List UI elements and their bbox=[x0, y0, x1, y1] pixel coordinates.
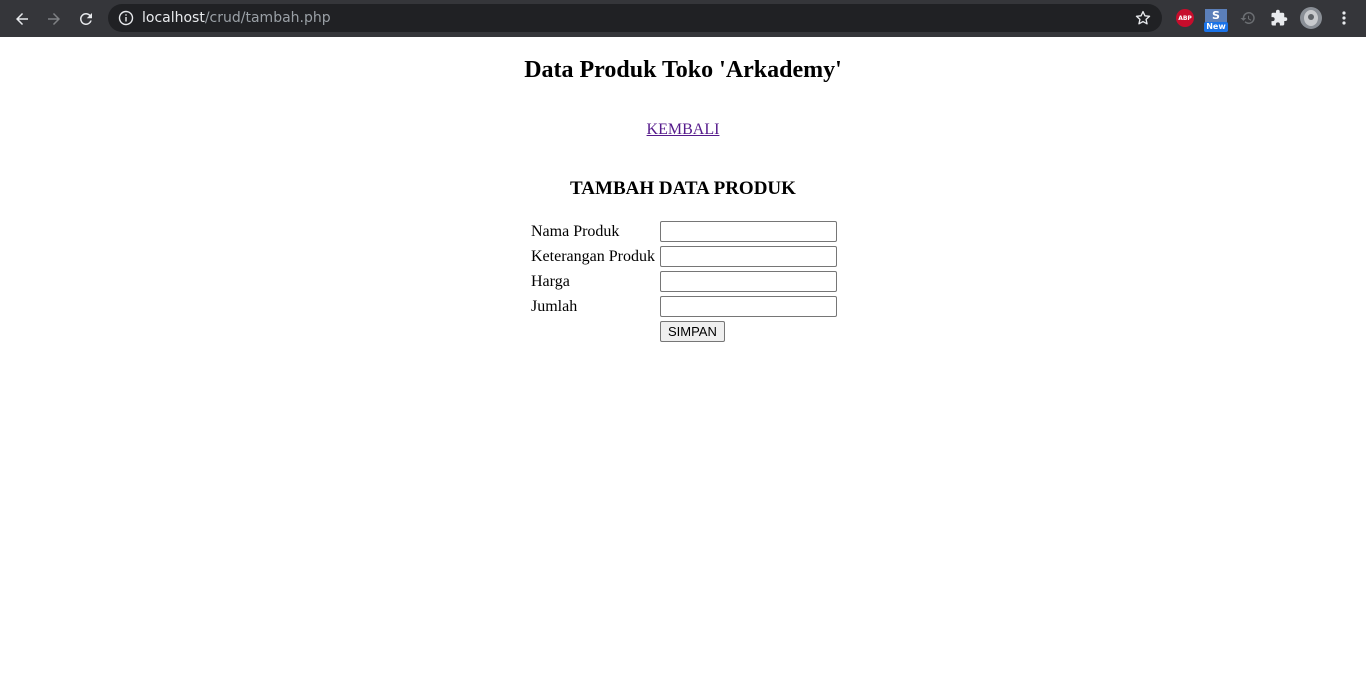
url-text[interactable]: localhost/crud/tambah.php bbox=[142, 9, 331, 27]
product-form: Nama Produk Keterangan Produk Harga Juml… bbox=[528, 218, 840, 345]
nama-produk-input[interactable] bbox=[659, 221, 837, 242]
harga-input[interactable] bbox=[659, 271, 837, 292]
empty-cell bbox=[530, 320, 657, 343]
forward-button[interactable] bbox=[41, 6, 67, 32]
adblock-icon: ABP bbox=[1176, 9, 1194, 27]
back-link[interactable]: KEMBALI bbox=[647, 121, 720, 138]
form-row: Keterangan Produk bbox=[530, 245, 838, 268]
back-button[interactable] bbox=[9, 6, 35, 32]
field-label-jumlah: Jumlah bbox=[531, 297, 578, 315]
field-label-keterangan-produk: Keterangan Produk bbox=[531, 247, 655, 265]
field-label-nama-produk: Nama Produk bbox=[531, 222, 620, 240]
url-host: localhost bbox=[142, 10, 205, 26]
reload-icon bbox=[79, 12, 92, 25]
back-icon bbox=[16, 13, 28, 25]
field-label-harga: Harga bbox=[531, 272, 570, 290]
forward-icon bbox=[48, 13, 60, 25]
field-cell bbox=[659, 220, 838, 243]
new-badge: New bbox=[1204, 22, 1228, 32]
form-row: SIMPAN bbox=[530, 320, 838, 343]
browser-menu-button[interactable] bbox=[1336, 8, 1352, 28]
profile-button[interactable] bbox=[1300, 7, 1322, 29]
field-cell bbox=[659, 245, 838, 268]
reload-button[interactable] bbox=[73, 6, 99, 32]
page-content: Data Produk Toko 'Arkademy' KEMBALI TAMB… bbox=[0, 37, 1366, 693]
field-cell bbox=[659, 270, 838, 293]
history-extension-button[interactable] bbox=[1238, 8, 1258, 28]
star-icon[interactable] bbox=[1134, 9, 1152, 27]
field-cell bbox=[659, 295, 838, 318]
jumlah-input[interactable] bbox=[659, 296, 837, 317]
form-row: Nama Produk bbox=[530, 220, 838, 243]
s-extension-button[interactable]: S New bbox=[1204, 9, 1228, 32]
back-link-container: KEMBALI bbox=[0, 121, 1366, 139]
browser-toolbar: localhost/crud/tambah.php ABP S New bbox=[0, 0, 1366, 37]
info-icon[interactable] bbox=[118, 10, 134, 26]
address-bar[interactable]: localhost/crud/tambah.php bbox=[108, 4, 1162, 32]
adblock-extension-button[interactable]: ABP bbox=[1175, 8, 1195, 28]
puzzle-icon bbox=[1271, 9, 1288, 26]
simpan-button[interactable]: SIMPAN bbox=[659, 321, 725, 342]
history-icon bbox=[1240, 11, 1255, 24]
form-row: Jumlah bbox=[530, 295, 838, 318]
field-cell: SIMPAN bbox=[659, 320, 838, 343]
form-title: TAMBAH DATA PRODUK bbox=[570, 178, 796, 199]
page-title: Data Produk Toko 'Arkademy' bbox=[524, 57, 842, 83]
more-vert-icon bbox=[1342, 11, 1346, 25]
avatar bbox=[1300, 7, 1322, 29]
extensions-button[interactable] bbox=[1269, 8, 1289, 28]
form-row: Harga bbox=[530, 270, 838, 293]
keterangan-produk-input[interactable] bbox=[659, 246, 837, 267]
url-path: /crud/tambah.php bbox=[204, 10, 331, 26]
s-extension-icon: S bbox=[1205, 9, 1227, 22]
